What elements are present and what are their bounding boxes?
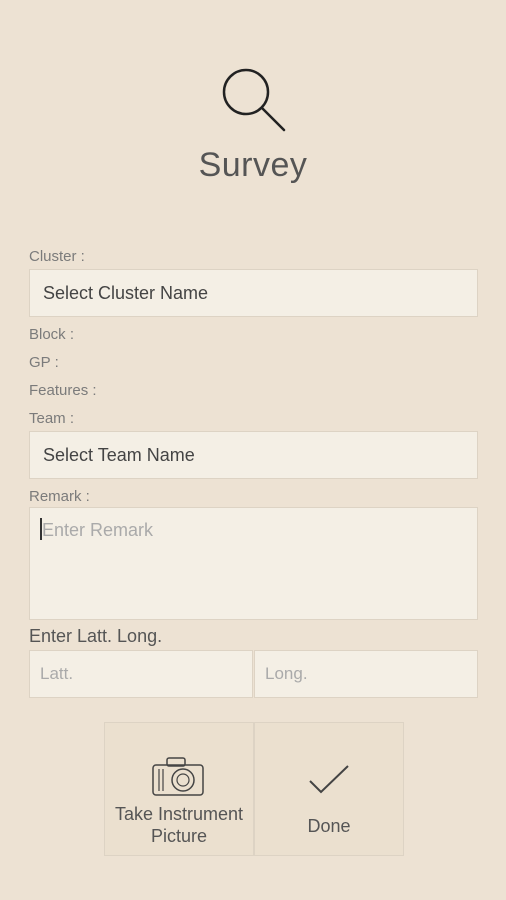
block-label: Block : — [29, 326, 75, 343]
take-picture-button[interactable]: Take Instrument Picture — [104, 722, 254, 856]
features-label: Features : — [29, 382, 97, 399]
latlong-label: Enter Latt. Long. — [29, 626, 163, 646]
cluster-label: Cluster : — [29, 248, 85, 265]
done-button[interactable]: Done — [254, 722, 404, 856]
remark-label: Remark : — [29, 488, 90, 505]
team-select[interactable]: Select Team Name — [29, 431, 478, 479]
done-label: Done — [307, 816, 351, 836]
gp-label: GP : — [29, 354, 59, 371]
latt-input[interactable]: Latt. — [29, 650, 253, 698]
checkmark-icon — [307, 763, 351, 800]
long-input[interactable]: Long. — [254, 650, 478, 698]
take-picture-label-line1: Take Instrument — [114, 804, 244, 824]
team-label: Team : — [29, 410, 75, 427]
search-icon — [220, 66, 288, 134]
remark-placeholder: Enter Remark — [42, 520, 154, 540]
camera-icon — [151, 755, 207, 802]
cluster-select[interactable]: Select Cluster Name — [29, 269, 478, 317]
take-picture-label-line2: Picture — [150, 826, 208, 846]
remark-input[interactable]: Enter Remark — [29, 507, 478, 620]
page-title: Survey — [198, 146, 308, 184]
